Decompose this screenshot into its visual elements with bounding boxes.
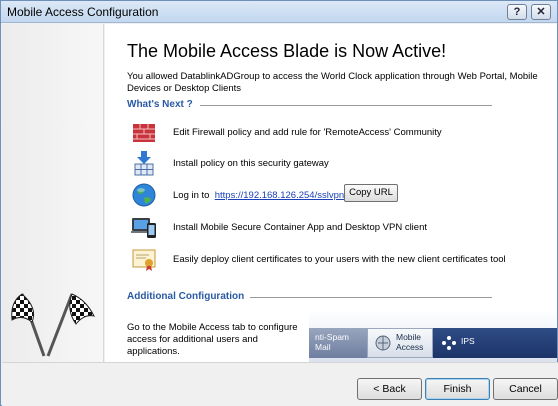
tab-strip-preview: nti-Spam Mail Mobile Access IPS [309, 310, 557, 362]
step-label: Edit Firewall policy and add rule for 'R… [173, 127, 442, 138]
whats-next-title: What's Next ? [127, 99, 193, 110]
step-login: Log in to https://192.168.126.254/sslvpn… [131, 182, 551, 210]
help-button[interactable]: ? [507, 4, 527, 20]
intro-text: You allowed DatablinkADGroup to access t… [127, 71, 538, 94]
step-firewall: Edit Firewall policy and add rule for 'R… [131, 119, 551, 147]
tab-antispam: nti-Spam Mail [309, 328, 367, 358]
tab-label: Mobile [396, 332, 422, 342]
mobile-access-icon [375, 335, 391, 351]
tab-mobile-access: Mobile Access [367, 328, 433, 358]
install-policy-icon [134, 151, 154, 176]
step-label: Log in to https://192.168.126.254/sslvpn [173, 190, 344, 201]
ips-icon [442, 336, 456, 350]
footer-bar: < Back Finish Cancel [2, 362, 558, 406]
step-label: Install policy on this security gateway [173, 158, 329, 169]
devices-icon [131, 218, 156, 238]
step-label: Easily deploy client certificates to you… [173, 254, 506, 265]
tab-label: nti-Spam [315, 332, 350, 342]
tab-label: Access [396, 342, 424, 352]
step-label: Install Mobile Secure Container App and … [173, 222, 427, 233]
step-install-clients: Install Mobile Secure Container App and … [131, 214, 551, 242]
additional-config-title: Additional Configuration [127, 291, 245, 302]
tab-label: Mail [315, 342, 331, 352]
globe-icon [132, 183, 156, 207]
certificate-icon [132, 249, 156, 271]
page-title: The Mobile Access Blade is Now Active! [127, 41, 447, 61]
step-install-policy: Install policy on this security gateway [131, 150, 551, 178]
checkered-flags-icon [11, 293, 95, 357]
window-title: Mobile Access Configuration [7, 5, 159, 19]
finish-button[interactable]: Finish [425, 378, 490, 400]
divider [250, 297, 492, 298]
back-button[interactable]: < Back [357, 378, 422, 400]
copy-url-button[interactable]: Copy URL [344, 184, 398, 202]
title-bar: Mobile Access Configuration ? ✕ [1, 1, 557, 23]
content-pane: The Mobile Access Blade is Now Active! Y… [105, 24, 557, 362]
login-prefix: Log in to [173, 190, 210, 201]
tab-ips: IPS [433, 328, 557, 358]
close-button[interactable]: ✕ [531, 4, 551, 20]
step-certificates: Easily deploy client certificates to you… [131, 246, 551, 274]
dialog-window: Mobile Access Configuration ? ✕ The Mobi… [0, 0, 558, 406]
additional-config-text: Go to the Mobile Access tab to configure… [127, 322, 298, 357]
divider [200, 105, 492, 106]
left-banner [2, 24, 104, 362]
portal-url-link[interactable]: https://192.168.126.254/sslvpn [215, 190, 344, 201]
cancel-button[interactable]: Cancel [493, 378, 558, 400]
tab-label: IPS [461, 336, 475, 346]
firewall-icon [133, 124, 155, 142]
